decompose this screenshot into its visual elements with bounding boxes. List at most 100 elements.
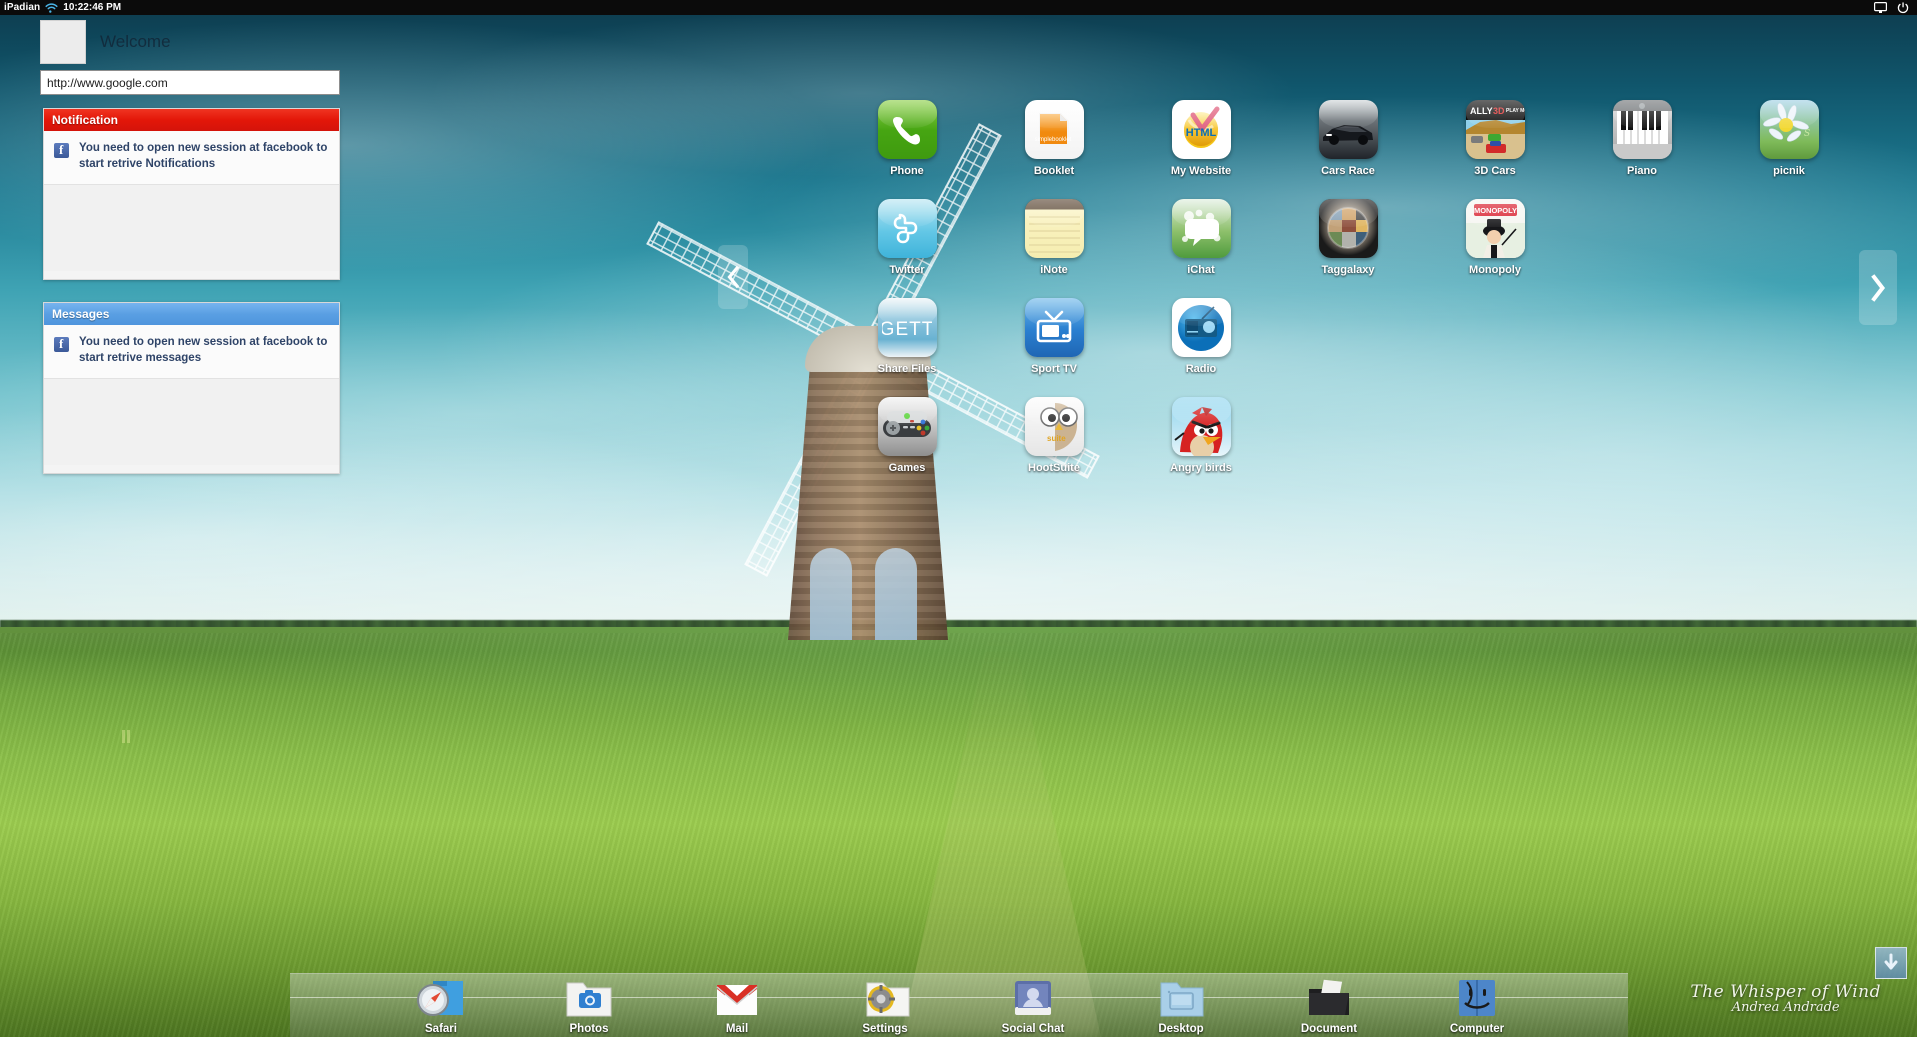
facebook-icon	[54, 337, 69, 352]
app-label: My Website	[1171, 165, 1231, 177]
app-tile-phone[interactable]: Phone	[847, 100, 967, 177]
download-arrow-icon[interactable]	[1875, 947, 1907, 979]
app-label: iNote	[1040, 264, 1068, 276]
welcome-label: Welcome	[100, 32, 171, 52]
chevron-left-icon	[726, 266, 740, 288]
messages-panel-empty-area	[44, 379, 339, 465]
notification-panel-empty-area	[44, 185, 339, 271]
app-label: Games	[889, 462, 926, 474]
message-item[interactable]: You need to open new session at facebook…	[44, 325, 339, 379]
gamepad-icon	[878, 397, 937, 456]
phone-icon	[878, 100, 937, 159]
app-tile-cars-race[interactable]: Cars Race	[1288, 100, 1408, 177]
photo-globe-icon	[1319, 199, 1378, 258]
pause-icon[interactable]	[122, 730, 132, 743]
app-tile-share-files[interactable]: GETT Share Files	[847, 298, 967, 375]
next-page-arrow[interactable]	[1859, 250, 1897, 325]
app-label: Share Files	[878, 363, 937, 375]
app-label: Phone	[890, 165, 924, 177]
svg-text:3D: 3D	[1493, 106, 1505, 116]
svg-text:MONOPOLY: MONOPOLY	[1473, 206, 1516, 215]
app-tile-twitter[interactable]: Twitter	[847, 199, 967, 276]
app-tile-hootsuite[interactable]: suite HootSuite	[994, 397, 1114, 474]
dock-item-settings[interactable]: Settings	[831, 975, 939, 1035]
monitor-icon[interactable]	[1874, 2, 1887, 14]
dock-item-desktop[interactable]: Desktop	[1127, 975, 1235, 1035]
notification-panel: Notification You need to open new sessio…	[43, 108, 340, 280]
html5-icon: HTML	[1172, 100, 1231, 159]
dock-label: Settings	[862, 1023, 907, 1035]
app-tile-games[interactable]: Games	[847, 397, 967, 474]
svg-text:simplebooklet: simplebooklet	[1035, 137, 1072, 143]
windmill-arch	[810, 548, 852, 640]
windmill-arch	[875, 548, 917, 640]
dock-item-safari[interactable]: Safari	[387, 975, 495, 1035]
app-tile-piano[interactable]: Piano	[1582, 100, 1702, 177]
dock-item-mail[interactable]: Mail	[683, 975, 791, 1035]
gear-folder-icon	[859, 975, 911, 1021]
app-tile-radio[interactable]: Radio	[1141, 298, 1261, 375]
dock-label: Document	[1301, 1023, 1357, 1035]
dock-item-photos[interactable]: Photos	[535, 975, 643, 1035]
simplebooklet-icon: simplebooklet	[1025, 100, 1084, 159]
sportscar-icon	[1319, 100, 1378, 159]
clock-label: 10:22:46 PM	[63, 2, 121, 13]
document-folder-icon	[1303, 975, 1355, 1021]
angry-bird-icon	[1172, 397, 1231, 456]
notification-item-text: You need to open new session at facebook…	[79, 141, 329, 172]
desktop-screen: iPadian 10:22:46 PM	[0, 0, 1917, 1037]
dock-label: Mail	[726, 1023, 748, 1035]
app-tile-monopoly[interactable]: MONOPOLY Monopoly	[1435, 199, 1555, 276]
app-tile-ichat[interactable]: iChat	[1141, 199, 1261, 276]
app-label: HootSuite	[1028, 462, 1080, 474]
notification-panel-body: You need to open new session at facebook…	[44, 131, 339, 271]
radio-icon	[1172, 298, 1231, 357]
app-tile-booklet[interactable]: simplebooklet Booklet	[994, 100, 1114, 177]
previous-page-arrow[interactable]	[718, 245, 748, 309]
svg-text:PLAY MORE: PLAY MORE	[1506, 108, 1525, 114]
monopoly-icon: MONOPOLY	[1466, 199, 1525, 258]
messages-panel-body: You need to open new session at facebook…	[44, 325, 339, 465]
app-label: Booklet	[1034, 165, 1074, 177]
notification-item[interactable]: You need to open new session at facebook…	[44, 131, 339, 185]
app-label: picnik	[1773, 165, 1805, 177]
app-tile-taggalaxy[interactable]: Taggalaxy	[1288, 199, 1408, 276]
svg-text:S: S	[1804, 129, 1810, 139]
contacts-book-icon	[1007, 975, 1059, 1021]
url-input[interactable]	[40, 70, 340, 95]
app-brand-label: iPadian	[4, 2, 40, 13]
desktop-folder-icon	[1155, 975, 1207, 1021]
avatar	[40, 20, 86, 64]
svg-text:ALLY: ALLY	[1470, 106, 1493, 116]
dock-label: Social Chat	[1002, 1023, 1065, 1035]
dock-item-document[interactable]: Document	[1275, 975, 1383, 1035]
app-label: 3D Cars	[1474, 165, 1516, 177]
app-tile-sport-tv[interactable]: Sport TV	[994, 298, 1114, 375]
app-tile-my-website[interactable]: HTML My Website	[1141, 100, 1261, 177]
gett-icon: GETT	[878, 298, 937, 357]
app-label: Radio	[1186, 363, 1217, 375]
app-tile-picnik[interactable]: S picnik	[1729, 100, 1849, 177]
dock-item-computer[interactable]: Computer	[1423, 975, 1531, 1035]
notification-panel-title: Notification	[44, 109, 339, 131]
camera-folder-icon	[563, 975, 615, 1021]
daisy-flower-icon: S	[1760, 100, 1819, 159]
app-tile-angry-birds[interactable]: Angry birds	[1141, 397, 1261, 474]
app-label: Twitter	[889, 264, 924, 276]
piano-keys-icon	[1613, 100, 1672, 159]
app-tile-3d-cars[interactable]: ALLY 3D PLAY MORE 3D Cars	[1435, 100, 1555, 177]
dock-item-social-chat[interactable]: Social Chat	[979, 975, 1087, 1035]
messages-panel: Messages You need to open new session at…	[43, 302, 340, 474]
facebook-icon	[54, 143, 69, 158]
app-grid: ersity Phone	[700, 100, 1850, 474]
rally3d-icon: ALLY 3D PLAY MORE	[1466, 100, 1525, 159]
television-icon	[1025, 298, 1084, 357]
power-icon[interactable]	[1897, 2, 1909, 14]
messages-panel-title: Messages	[44, 303, 339, 325]
app-tile-inote[interactable]: iNote	[994, 199, 1114, 276]
app-label: Monopoly	[1469, 264, 1521, 276]
welcome-widget: Welcome	[40, 20, 171, 64]
wifi-icon	[45, 3, 58, 13]
app-label: Sport TV	[1031, 363, 1077, 375]
twitter-bird-icon	[878, 199, 937, 258]
